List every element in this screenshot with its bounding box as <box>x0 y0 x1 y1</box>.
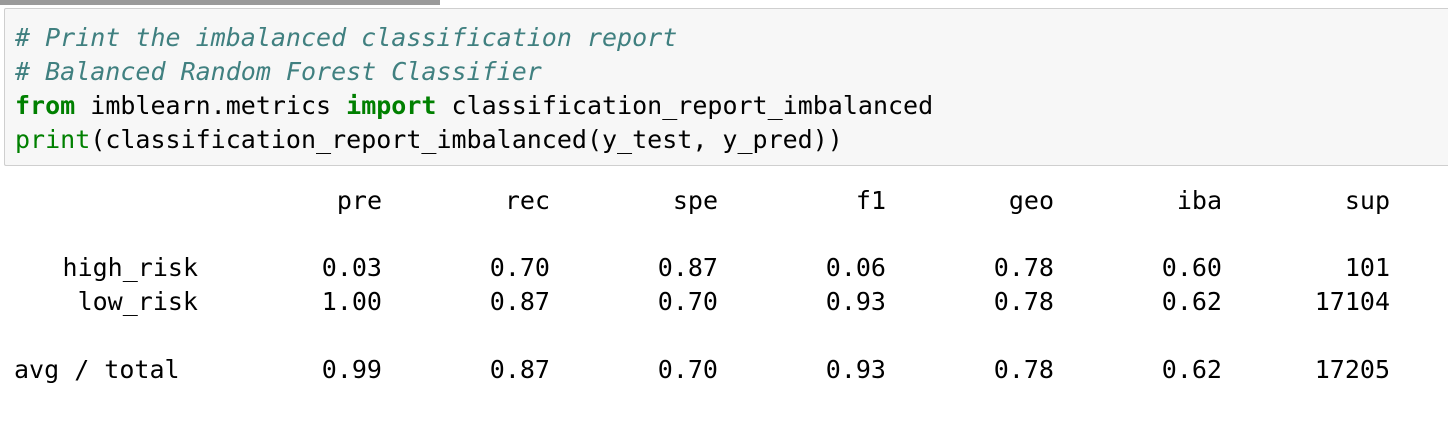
value-cell: 0.03 <box>321 253 382 282</box>
code-comment-line: # Balanced Random Forest Classifier <box>15 57 542 86</box>
keyword-from: from <box>15 91 76 120</box>
header-geo: geo <box>1008 186 1054 215</box>
value-cell: 0.93 <box>825 355 886 384</box>
row-label-high-risk: high_risk <box>62 253 198 282</box>
imported-name: classification_report_imbalanced <box>436 91 934 120</box>
print-args: (classification_report_imbalanced(y_test… <box>90 125 843 154</box>
value-cell: 0.60 <box>1161 253 1222 282</box>
value-cell: 0.87 <box>657 253 718 282</box>
value-cell: 17205 <box>1314 355 1390 384</box>
header-pre: pre <box>336 186 382 215</box>
value-cell: 0.62 <box>1161 287 1222 316</box>
value-cell: 0.70 <box>489 253 550 282</box>
module-name: imblearn.metrics <box>75 91 347 120</box>
code-cell-input[interactable]: # Print the imbalanced classification re… <box>4 8 1448 166</box>
cell-output: pre rec spe f1 geo iba sup high_risk 0.0… <box>0 170 1448 438</box>
code-comment-line: # Print the imbalanced classification re… <box>15 23 678 52</box>
header-spe: spe <box>672 186 718 215</box>
builtin-print: print <box>15 125 91 154</box>
header-f1: f1 <box>855 186 886 215</box>
value-cell: 0.99 <box>321 355 382 384</box>
keyword-import: import <box>346 91 437 120</box>
header-sup: sup <box>1344 186 1390 215</box>
value-cell: 0.62 <box>1161 355 1222 384</box>
value-cell: 17104 <box>1314 287 1390 316</box>
value-cell: 0.87 <box>489 355 550 384</box>
value-cell: 0.70 <box>657 287 718 316</box>
value-cell: 1.00 <box>321 287 382 316</box>
header-iba: iba <box>1176 186 1222 215</box>
header-rec: rec <box>504 186 550 215</box>
value-cell: 0.93 <box>825 287 886 316</box>
value-cell: 0.78 <box>993 287 1054 316</box>
row-label-low-risk: low_risk <box>77 287 198 316</box>
value-cell: 101 <box>1344 253 1390 282</box>
value-cell: 0.78 <box>993 355 1054 384</box>
top-scroll-strip <box>0 0 440 5</box>
value-cell: 0.06 <box>825 253 886 282</box>
value-cell: 0.87 <box>489 287 550 316</box>
code-import-line: from imblearn.metrics import classificat… <box>15 89 933 123</box>
value-cell: 0.70 <box>657 355 718 384</box>
row-label-avg-total: avg / total <box>14 355 180 384</box>
value-cell: 0.78 <box>993 253 1054 282</box>
code-print-line: print(classification_report_imbalanced(y… <box>15 123 843 157</box>
